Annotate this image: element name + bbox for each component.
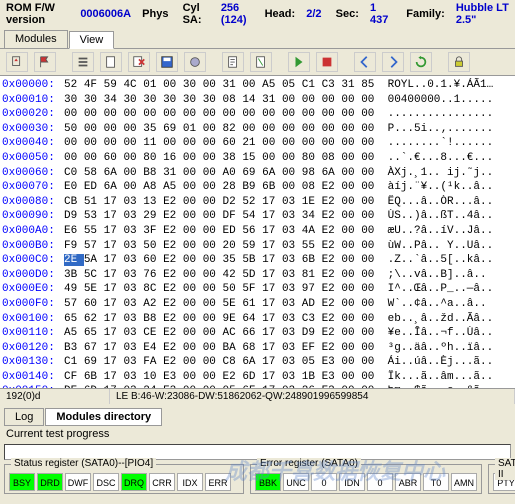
hex-row: 0x00000:52 4F 59 4C 01 00 30 00 31 00 A5… (2, 78, 513, 93)
hex-row: 0x000C0:2E 5A 17 03 60 E2 00 00 35 5B 17… (2, 253, 513, 268)
tool-clean[interactable] (250, 52, 272, 72)
hex-row: 0x00070:E0 ED 6A 00 A8 A5 00 00 28 B9 6B… (2, 180, 513, 195)
error-register-group: Error register (SATA0) BBKUNC0IDN0ABRT0A… (250, 464, 482, 494)
tool-refresh[interactable] (410, 52, 432, 72)
tool-stop[interactable] (316, 52, 338, 72)
sata-group: SATA-II PTY (488, 464, 515, 494)
reg-cell: IDX (177, 473, 203, 491)
reg-cell: ERR (205, 473, 231, 491)
hex-row: 0x000E0:49 5E 17 03 8C E2 00 00 50 5F 17… (2, 282, 513, 297)
status-bar: 192(0)d LE B:46-W:23086-DW:51862062-QW:2… (0, 388, 515, 404)
tool-bars[interactable] (72, 52, 94, 72)
hex-row: 0x00060:C0 58 6A 00 B8 31 00 00 A0 69 6A… (2, 166, 513, 181)
tool-text[interactable] (222, 52, 244, 72)
tool-page[interactable] (100, 52, 122, 72)
hex-row: 0x00110:A5 65 17 03 CE E2 00 00 AC 66 17… (2, 326, 513, 341)
reg-cell: T0 (423, 473, 449, 491)
reg-cell: ABR (395, 473, 421, 491)
tool-back[interactable] (354, 52, 376, 72)
tool-save[interactable] (156, 52, 178, 72)
reg-cell: AMN (451, 473, 477, 491)
tab-modules-directory[interactable]: Modules directory (45, 408, 162, 426)
tool-play[interactable] (288, 52, 310, 72)
reg-cell: IDN (339, 473, 365, 491)
tab-view[interactable]: View (69, 31, 115, 49)
tool-fwd[interactable] (382, 52, 404, 72)
hex-row: 0x00140:CF 6B 17 03 10 E3 00 00 E2 6D 17… (2, 370, 513, 385)
hex-row: 0x000A0:E6 55 17 03 3F E2 00 00 ED 56 17… (2, 224, 513, 239)
tool-lock[interactable] (448, 52, 470, 72)
tool-doc-up[interactable] (6, 52, 28, 72)
reg-cell: DSC (93, 473, 119, 491)
reg-cell: DRD (37, 473, 63, 491)
hex-row: 0x00100:65 62 17 03 B8 E2 00 00 9E 64 17… (2, 312, 513, 327)
main-tabs: Modules View (0, 30, 515, 49)
toolbar (0, 49, 515, 76)
hex-row: 0x00040:00 00 00 00 11 00 00 00 60 21 00… (2, 136, 513, 151)
reg-cell: DWF (65, 473, 91, 491)
hex-viewer[interactable]: 0x00000:52 4F 59 4C 01 00 30 00 31 00 A5… (0, 76, 515, 388)
tab-log[interactable]: Log (4, 408, 44, 426)
reg-cell: BSY (9, 473, 35, 491)
reg-cell: BBK (255, 473, 281, 491)
reg-cell: 0 (311, 473, 337, 491)
tab-modules[interactable]: Modules (4, 30, 68, 48)
hex-row: 0x00130:C1 69 17 03 FA E2 00 00 C8 6A 17… (2, 355, 513, 370)
hex-row: 0x000D0:3B 5C 17 03 76 E2 00 00 42 5D 17… (2, 268, 513, 283)
hex-row: 0x00080:CB 51 17 03 13 E2 00 00 D2 52 17… (2, 195, 513, 210)
hex-row: 0x00010:30 30 34 30 30 30 30 30 08 14 31… (2, 93, 513, 108)
reg-cell: 0 (367, 473, 393, 491)
info-header: ROM F/W version 0006006A Phys Cyl SA: 25… (0, 0, 515, 28)
reg-cell: DRQ (121, 473, 147, 491)
hex-row: 0x00150:DE 6D 17 03 24 E3 00 00 05 6F 17… (2, 384, 513, 388)
hex-row: 0x00020:00 00 00 00 00 00 00 00 00 00 00… (2, 107, 513, 122)
progress-label: Current test progress (0, 426, 515, 442)
status-left: 192(0)d (0, 389, 110, 404)
tool-config[interactable] (184, 52, 206, 72)
bottom-tabs: Log Modules directory (0, 408, 515, 426)
status-register-group: Status register (SATA0)--[PIO4] BSYDRDDW… (4, 464, 244, 494)
hex-row: 0x00120:B3 67 17 03 E4 E2 00 00 BA 68 17… (2, 341, 513, 356)
status-right: LE B:46-W:23086-DW:51862062-QW:248901996… (110, 389, 515, 404)
hex-row: 0x000B0:F9 57 17 03 50 E2 00 00 20 59 17… (2, 239, 513, 254)
reg-cell: UNC (283, 473, 309, 491)
hex-row: 0x00090:D9 53 17 03 29 E2 00 00 DF 54 17… (2, 209, 513, 224)
tool-delete[interactable] (128, 52, 150, 72)
tool-flag[interactable] (34, 52, 56, 72)
reg-cell: CRR (149, 473, 175, 491)
hex-row: 0x000F0:57 60 17 03 A2 E2 00 00 5E 61 17… (2, 297, 513, 312)
hex-row: 0x00030:50 00 00 00 35 69 01 00 82 00 00… (2, 122, 513, 137)
hex-row: 0x00050:00 00 60 00 80 16 00 00 38 15 00… (2, 151, 513, 166)
